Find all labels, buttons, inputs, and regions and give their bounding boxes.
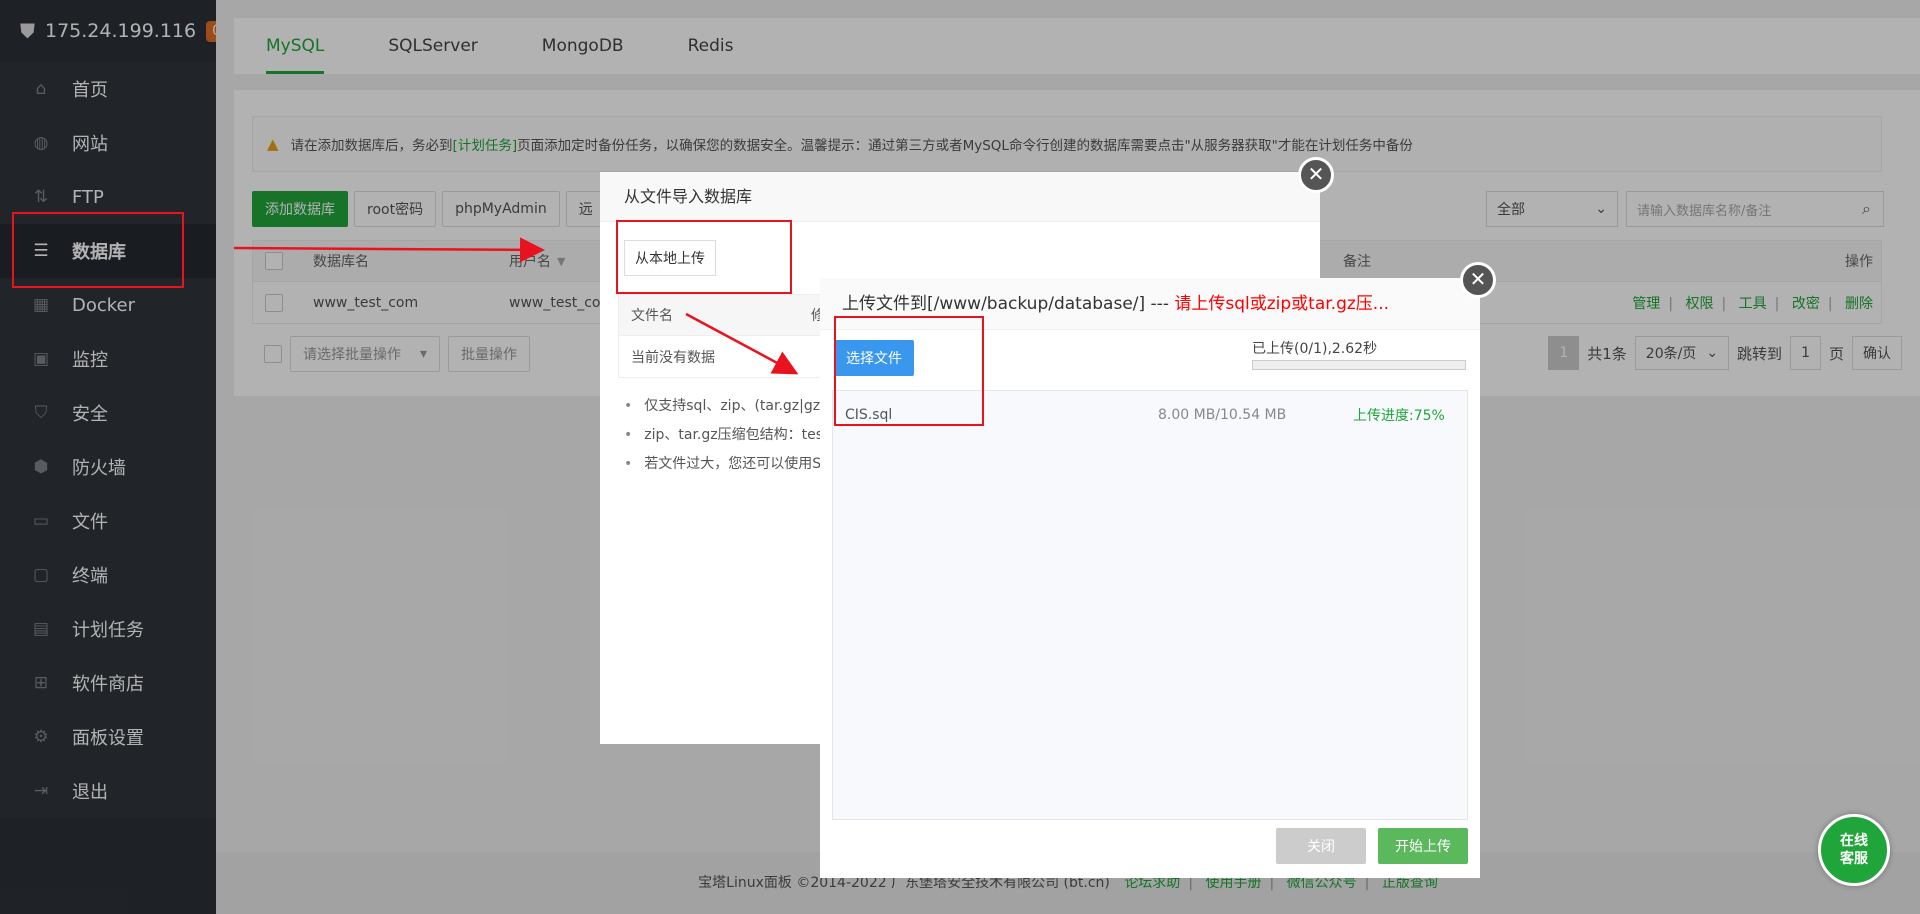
- upload-hint: 请上传sql或zip或tar.gz压...: [1174, 294, 1390, 314]
- upload-status: 已上传(0/1),2.62秒: [1252, 341, 1378, 357]
- annotation-box: [12, 212, 184, 288]
- annotation-box: [834, 316, 984, 426]
- note-item: 若文件过大，您还可以使用S: [624, 450, 830, 479]
- import-dialog-title: 从文件导入数据库: [600, 172, 1320, 222]
- chat-label: 在线客服: [1840, 833, 1868, 867]
- col-filename: 文件名: [631, 308, 673, 324]
- file-size: 8.00 MB/10.54 MB: [1158, 407, 1287, 423]
- note-item: zip、tar.gz压缩包结构：test: [624, 421, 830, 450]
- file-list: CIS.sql 8.00 MB/10.54 MB 上传进度:75%: [832, 390, 1468, 820]
- start-upload-button[interactable]: 开始上传: [1378, 828, 1468, 864]
- close-icon[interactable]: ✕: [1460, 262, 1496, 298]
- note-item: 仅支持sql、zip、(tar.gz|gz|t: [624, 392, 830, 421]
- close-button[interactable]: 关闭: [1276, 828, 1366, 864]
- annotation-box: [616, 220, 792, 294]
- online-support-button[interactable]: 在线客服: [1818, 814, 1890, 886]
- upload-path: 上传文件到[/www/backup/database/] ---: [842, 294, 1175, 314]
- import-notes: 仅支持sql、zip、(tar.gz|gz|t zip、tar.gz压缩包结构：…: [624, 392, 830, 479]
- close-icon[interactable]: ✕: [1298, 157, 1334, 193]
- file-progress: 上传进度:75%: [1353, 408, 1445, 424]
- upload-progress-bar: [1252, 360, 1466, 370]
